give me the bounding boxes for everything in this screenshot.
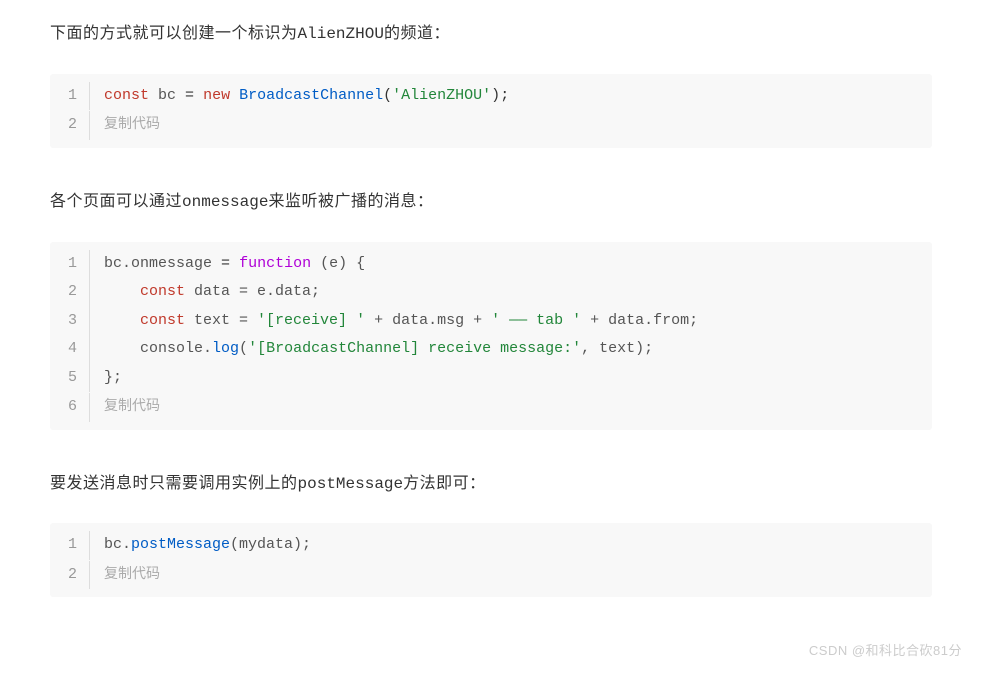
- line-number: 1: [50, 250, 90, 279]
- paragraph-3: 要发送消息时只需要调用实例上的postMessage方法即可：: [50, 470, 932, 499]
- paragraph-1-pre: 下面的方式就可以创建一个标识为: [50, 25, 298, 42]
- code-block-1: 1 const bc = new BroadcastChannel('Alien…: [50, 74, 932, 148]
- code-line: 2 复制代码: [50, 110, 932, 140]
- line-number: 5: [50, 364, 90, 393]
- paragraph-3-post: 方法即可：: [403, 475, 486, 492]
- code-line: 3 const text = '[receive] ' + data.msg +…: [50, 307, 932, 336]
- code-content: const bc = new BroadcastChannel('AlienZH…: [90, 82, 509, 111]
- code-block-3: 1 bc.postMessage(mydata); 2 复制代码: [50, 523, 932, 597]
- paragraph-1-post: 的频道：: [384, 25, 450, 42]
- line-number: 3: [50, 307, 90, 336]
- code-line: 2 const data = e.data;: [50, 278, 932, 307]
- line-number: 2: [50, 111, 90, 140]
- line-number: 2: [50, 561, 90, 590]
- code-line: 5 };: [50, 364, 932, 393]
- watermark: CSDN @和科比合砍81分: [809, 640, 962, 659]
- line-number: 2: [50, 278, 90, 307]
- paragraph-3-pre: 要发送消息时只需要调用实例上的: [50, 475, 298, 492]
- line-number: 4: [50, 335, 90, 364]
- code-line: 6 复制代码: [50, 392, 932, 422]
- code-content: bc.postMessage(mydata);: [90, 531, 311, 560]
- code-line: 1 const bc = new BroadcastChannel('Alien…: [50, 82, 932, 111]
- code-content: };: [90, 364, 122, 393]
- copy-code-label[interactable]: 复制代码: [90, 392, 160, 419]
- copy-code-label[interactable]: 复制代码: [90, 560, 160, 587]
- paragraph-2-pre: 各个页面可以通过: [50, 193, 182, 210]
- paragraph-2-post: 来监听被广播的消息：: [268, 193, 433, 210]
- paragraph-1: 下面的方式就可以创建一个标识为AlienZHOU的频道：: [50, 20, 932, 49]
- paragraph-2: 各个页面可以通过onmessage来监听被广播的消息：: [50, 188, 932, 217]
- code-content: bc.onmessage = function (e) {: [90, 250, 365, 279]
- line-number: 1: [50, 82, 90, 111]
- line-number: 6: [50, 393, 90, 422]
- code-line: 1 bc.onmessage = function (e) {: [50, 250, 932, 279]
- code-content: const data = e.data;: [90, 278, 320, 307]
- paragraph-2-code: onmessage: [182, 193, 268, 211]
- line-number: 1: [50, 531, 90, 560]
- code-line: 1 bc.postMessage(mydata);: [50, 531, 932, 560]
- code-content: console.log('[BroadcastChannel] receive …: [90, 335, 653, 364]
- copy-code-label[interactable]: 复制代码: [90, 110, 160, 137]
- code-line: 4 console.log('[BroadcastChannel] receiv…: [50, 335, 932, 364]
- code-block-2: 1 bc.onmessage = function (e) { 2 const …: [50, 242, 932, 430]
- paragraph-3-code: postMessage: [298, 475, 404, 493]
- code-line: 2 复制代码: [50, 560, 932, 590]
- code-content: const text = '[receive] ' + data.msg + '…: [90, 307, 698, 336]
- paragraph-1-code: AlienZHOU: [298, 25, 384, 43]
